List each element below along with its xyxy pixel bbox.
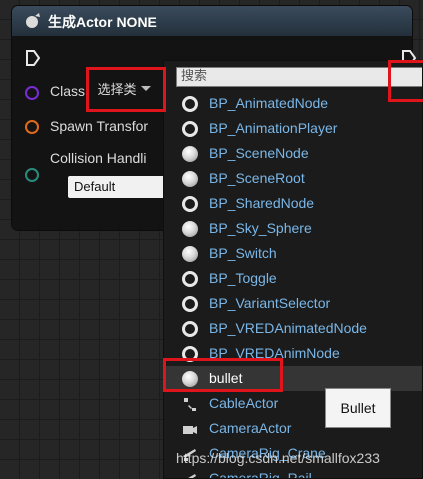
ring-icon <box>182 196 198 212</box>
list-item-label: CameraRig_Rail <box>209 470 312 479</box>
list-item-label: BP_SceneRoot <box>209 170 305 186</box>
highlight-search-right <box>388 60 423 102</box>
list-item-label: BP_AnimationPlayer <box>209 120 338 136</box>
collision-handling-label: Collision Handli <box>50 150 147 166</box>
collision-handling-pin-icon[interactable] <box>25 168 39 182</box>
list-item[interactable]: BP_SceneRoot <box>164 166 422 191</box>
cable-icon <box>184 398 196 411</box>
ball-icon <box>182 146 198 162</box>
node-title: 生成Actor NONE <box>48 14 157 30</box>
camera-icon <box>183 426 197 434</box>
list-item[interactable]: BP_Switch <box>164 241 422 266</box>
list-item[interactable]: BP_AnimationPlayer <box>164 116 422 141</box>
ring-icon <box>182 321 198 337</box>
class-label: Class <box>50 83 86 99</box>
ring-icon <box>182 121 198 137</box>
list-item-label: CameraActor <box>209 420 292 436</box>
exec-in-pin-icon[interactable] <box>26 50 40 66</box>
collision-handling-dropdown[interactable]: Default <box>68 176 178 198</box>
list-item[interactable]: CameraRig_Rail <box>164 466 422 479</box>
list-item-label: CableActor <box>209 395 279 411</box>
list-item[interactable]: BP_VREDAnimatedNode <box>164 316 422 341</box>
ball-icon <box>182 221 198 237</box>
ring-icon <box>182 296 198 312</box>
spawn-transform-pin-icon[interactable] <box>25 120 39 134</box>
list-item-label: BP_VREDAnimatedNode <box>209 320 367 336</box>
list-item-label: BP_SceneNode <box>209 145 309 161</box>
item-tooltip: Bullet <box>325 388 391 428</box>
list-item-label: BP_VariantSelector <box>209 295 331 311</box>
highlight-class-select <box>86 67 166 112</box>
spawn-transform-label: Spawn Transfor <box>50 118 149 134</box>
search-input[interactable]: 搜索 <box>176 67 422 87</box>
list-item-label: BP_Switch <box>209 245 277 261</box>
list-item[interactable]: BP_Sky_Sphere <box>164 216 422 241</box>
class-pin-icon[interactable] <box>25 86 39 100</box>
ball-icon <box>182 246 198 262</box>
list-item[interactable]: BP_AnimatedNode <box>164 91 422 116</box>
ring-icon <box>182 271 198 287</box>
list-item-label: BP_Toggle <box>209 270 277 286</box>
highlight-bullet-item <box>163 358 283 392</box>
ball-icon <box>182 171 198 187</box>
list-item[interactable]: BP_Toggle <box>164 266 422 291</box>
list-item[interactable]: BP_VariantSelector <box>164 291 422 316</box>
spawn-actor-icon <box>26 13 40 28</box>
list-item[interactable]: BP_SharedNode <box>164 191 422 216</box>
node-header[interactable]: 生成Actor NONE <box>12 6 412 36</box>
rail-icon <box>188 474 196 478</box>
list-item-label: BP_SharedNode <box>209 195 315 211</box>
ring-icon <box>182 96 198 112</box>
list-item-label: BP_Sky_Sphere <box>209 220 312 236</box>
list-item-label: BP_AnimatedNode <box>209 95 329 111</box>
list-item[interactable]: BP_SceneNode <box>164 141 422 166</box>
watermark-text: https://blog.csdn.net/smallfox233 <box>176 450 380 466</box>
